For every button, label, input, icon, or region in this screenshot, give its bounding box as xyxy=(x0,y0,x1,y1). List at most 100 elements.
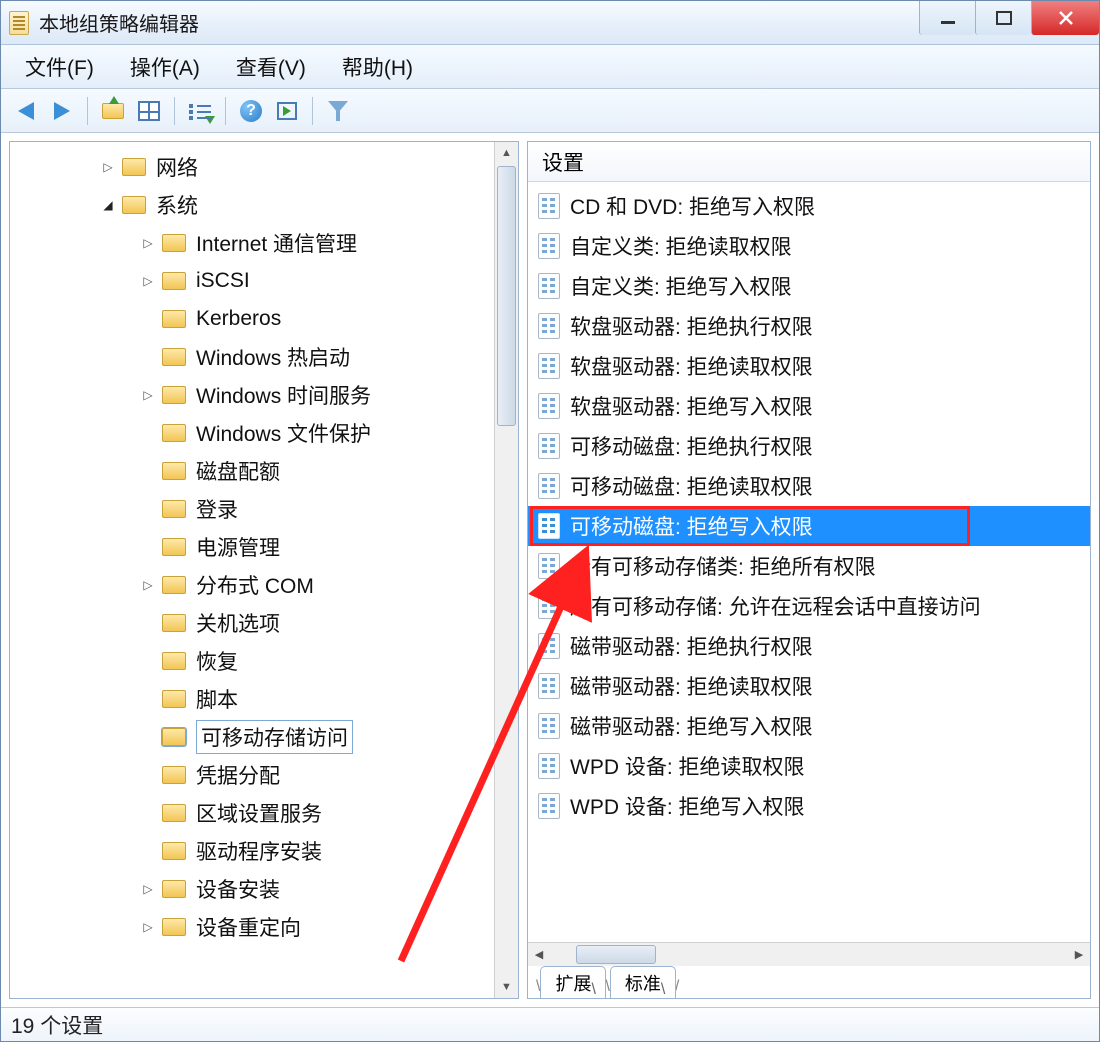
tree-item[interactable]: 脚本 xyxy=(10,680,518,718)
setting-item[interactable]: 所有可移动存储类: 拒绝所有权限 xyxy=(528,546,1090,586)
tree-item[interactable]: 区域设置服务 xyxy=(10,794,518,832)
tree-item[interactable]: 关机选项 xyxy=(10,604,518,642)
setting-item[interactable]: 软盘驱动器: 拒绝执行权限 xyxy=(528,306,1090,346)
tree-item[interactable]: 磁盘配额 xyxy=(10,452,518,490)
tree-item[interactable]: 电源管理 xyxy=(10,528,518,566)
nav-back-button[interactable] xyxy=(11,96,41,126)
expander-closed-icon[interactable]: ▷ xyxy=(140,273,156,289)
toolbar: ? xyxy=(1,89,1099,133)
expander-closed-icon[interactable]: ▷ xyxy=(140,919,156,935)
menu-view[interactable]: 查看(V) xyxy=(236,52,306,82)
expander-closed-icon[interactable]: ▷ xyxy=(140,881,156,897)
help-icon: ? xyxy=(240,100,262,122)
folder-icon xyxy=(162,348,186,366)
policy-icon xyxy=(538,593,560,619)
tree-item[interactable]: Windows 热启动 xyxy=(10,338,518,376)
setting-label: 磁带驱动器: 拒绝读取权限 xyxy=(570,671,813,701)
policy-icon xyxy=(538,193,560,219)
settings-list[interactable]: CD 和 DVD: 拒绝写入权限自定义类: 拒绝读取权限自定义类: 拒绝写入权限… xyxy=(528,182,1090,942)
setting-item[interactable]: 磁带驱动器: 拒绝读取权限 xyxy=(528,666,1090,706)
setting-item[interactable]: 可移动磁盘: 拒绝执行权限 xyxy=(528,426,1090,466)
setting-item[interactable]: 可移动磁盘: 拒绝写入权限 xyxy=(528,506,1090,546)
tree-item[interactable]: ▷设备安装 xyxy=(10,870,518,908)
folder-icon xyxy=(162,804,186,822)
setting-item[interactable]: 自定义类: 拒绝读取权限 xyxy=(528,226,1090,266)
folder-icon xyxy=(162,690,186,708)
menu-action[interactable]: 操作(A) xyxy=(130,52,200,82)
setting-label: 软盘驱动器: 拒绝读取权限 xyxy=(570,351,813,381)
expander-open-icon[interactable]: ◢ xyxy=(100,197,116,213)
scroll-right-icon[interactable]: ▶ xyxy=(1068,943,1090,966)
help-button[interactable]: ? xyxy=(236,96,266,126)
setting-label: 可移动磁盘: 拒绝写入权限 xyxy=(570,511,813,541)
tree-item[interactable]: ▷设备重定向 xyxy=(10,908,518,946)
scroll-up-icon[interactable]: ▲ xyxy=(495,142,518,164)
setting-label: 可移动磁盘: 拒绝执行权限 xyxy=(570,431,813,461)
setting-item[interactable]: 软盘驱动器: 拒绝读取权限 xyxy=(528,346,1090,386)
up-folder-button[interactable] xyxy=(98,96,128,126)
policy-icon xyxy=(538,513,560,539)
filter-button[interactable] xyxy=(323,96,353,126)
minimize-button[interactable] xyxy=(919,1,975,35)
policy-icon xyxy=(538,753,560,779)
close-button[interactable] xyxy=(1031,1,1099,35)
tab-extended[interactable]: 扩展 xyxy=(540,966,606,998)
toolbar-separator xyxy=(87,97,88,125)
scroll-down-icon[interactable]: ▼ xyxy=(495,976,518,998)
tree-item[interactable]: 可移动存储访问 xyxy=(10,718,518,756)
tree-item[interactable]: ▷iSCSI xyxy=(10,262,518,300)
expander-closed-icon[interactable]: ▷ xyxy=(140,577,156,593)
tree-item[interactable]: 驱动程序安装 xyxy=(10,832,518,870)
status-text: 19 个设置 xyxy=(11,1010,103,1040)
setting-label: 可移动磁盘: 拒绝读取权限 xyxy=(570,471,813,501)
setting-item[interactable]: WPD 设备: 拒绝写入权限 xyxy=(528,786,1090,826)
policy-icon xyxy=(538,233,560,259)
setting-label: 所有可移动存储类: 拒绝所有权限 xyxy=(570,551,876,581)
maximize-button[interactable] xyxy=(975,1,1031,35)
export-list-button[interactable] xyxy=(185,96,215,126)
nav-forward-button[interactable] xyxy=(47,96,77,126)
tree-item[interactable]: 凭据分配 xyxy=(10,756,518,794)
tree-scrollbar[interactable]: ▲ ▼ xyxy=(494,142,518,998)
tree-item[interactable]: ▷Windows 时间服务 xyxy=(10,376,518,414)
menu-help[interactable]: 帮助(H) xyxy=(342,52,413,82)
scroll-thumb[interactable] xyxy=(576,945,656,964)
show-tree-button[interactable] xyxy=(134,96,164,126)
settings-header[interactable]: 设置 xyxy=(528,142,1090,182)
tab-standard[interactable]: 标准 xyxy=(610,966,676,998)
policy-icon xyxy=(538,793,560,819)
setting-item[interactable]: 所有可移动存储: 允许在远程会话中直接访问 xyxy=(528,586,1090,626)
tree-item[interactable]: 恢复 xyxy=(10,642,518,680)
policy-icon xyxy=(538,473,560,499)
tree-item[interactable]: Kerberos xyxy=(10,300,518,338)
settings-hscrollbar[interactable]: ◀ ▶ xyxy=(528,942,1090,966)
tree-item-label: 区域设置服务 xyxy=(196,798,322,828)
setting-item[interactable]: 软盘驱动器: 拒绝写入权限 xyxy=(528,386,1090,426)
tree-item[interactable]: ▷网络 xyxy=(10,148,518,186)
expander-closed-icon[interactable]: ▷ xyxy=(140,387,156,403)
setting-item[interactable]: WPD 设备: 拒绝读取权限 xyxy=(528,746,1090,786)
setting-item[interactable]: CD 和 DVD: 拒绝写入权限 xyxy=(528,186,1090,226)
toolbar-separator xyxy=(312,97,313,125)
tree-item[interactable]: ▷Internet 通信管理 xyxy=(10,224,518,262)
tree-item[interactable]: Windows 文件保护 xyxy=(10,414,518,452)
folder-icon xyxy=(162,880,186,898)
tree-item-label: 恢复 xyxy=(196,646,238,676)
setting-item[interactable]: 可移动磁盘: 拒绝读取权限 xyxy=(528,466,1090,506)
tree-item-label: 可移动存储访问 xyxy=(196,720,353,754)
setting-item[interactable]: 自定义类: 拒绝写入权限 xyxy=(528,266,1090,306)
run-button[interactable] xyxy=(272,96,302,126)
tree-item[interactable]: 登录 xyxy=(10,490,518,528)
scroll-left-icon[interactable]: ◀ xyxy=(528,943,550,966)
setting-item[interactable]: 磁带驱动器: 拒绝执行权限 xyxy=(528,626,1090,666)
tree[interactable]: ▷网络◢系统▷Internet 通信管理▷iSCSIKerberosWindow… xyxy=(10,142,518,998)
setting-item[interactable]: 磁带驱动器: 拒绝写入权限 xyxy=(528,706,1090,746)
expander-closed-icon[interactable]: ▷ xyxy=(140,235,156,251)
folder-icon xyxy=(162,766,186,784)
tree-item[interactable]: ▷分布式 COM xyxy=(10,566,518,604)
scroll-thumb[interactable] xyxy=(497,166,516,426)
expander-closed-icon[interactable]: ▷ xyxy=(100,159,116,175)
window-buttons xyxy=(919,1,1099,35)
tree-item[interactable]: ◢系统 xyxy=(10,186,518,224)
menu-file[interactable]: 文件(F) xyxy=(25,52,94,82)
